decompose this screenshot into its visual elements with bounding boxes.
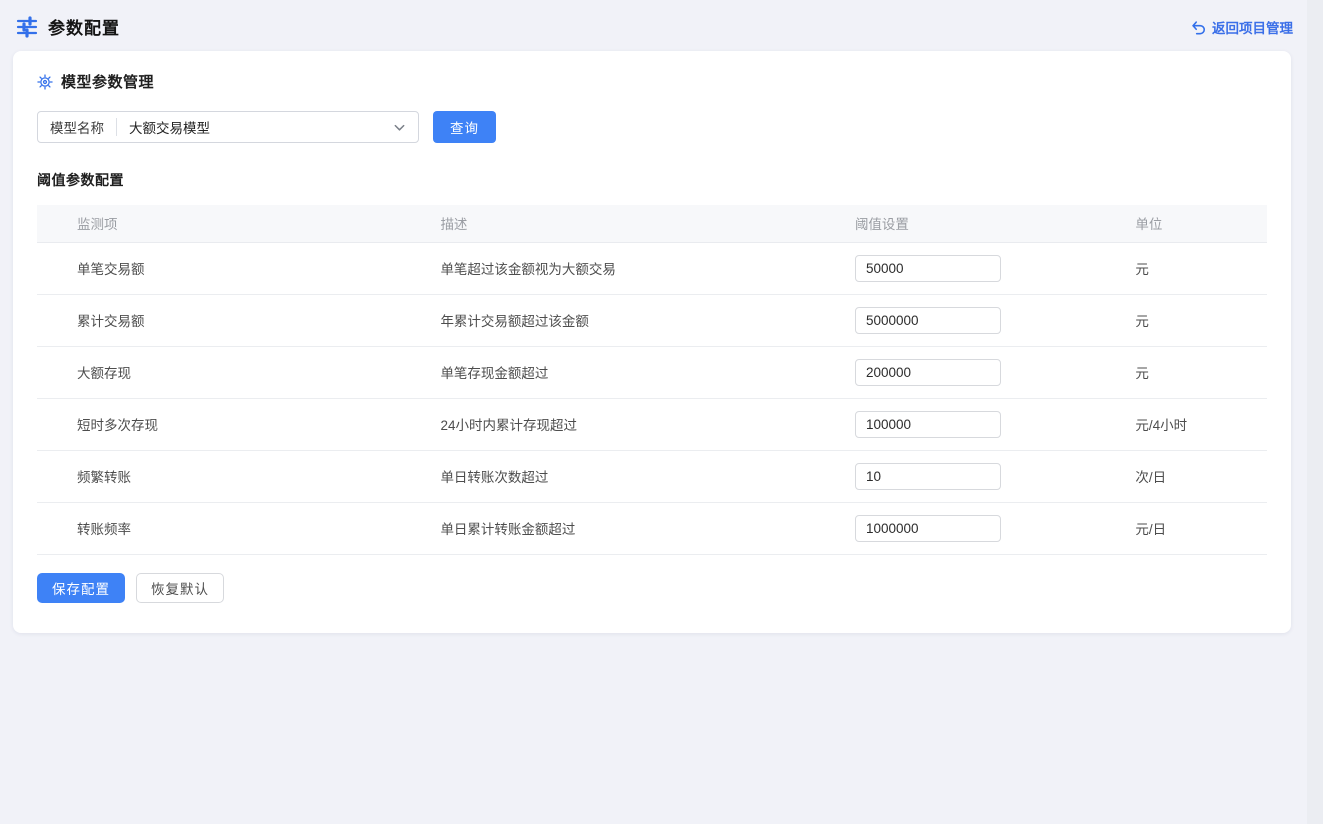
monitor-desc: 单笔存现金额超过 [424, 346, 839, 398]
threshold-cell [839, 450, 1119, 502]
model-name-label: 模型名称 [38, 117, 116, 137]
col-header-desc: 描述 [424, 205, 839, 242]
threshold-input[interactable] [855, 463, 1001, 490]
threshold-input[interactable] [855, 255, 1001, 282]
back-to-project-link[interactable]: 返回项目管理 [1190, 17, 1293, 37]
unit-cell: 元 [1119, 294, 1267, 346]
vertical-scrollbar-track[interactable] [1307, 0, 1323, 824]
threshold-cell [839, 398, 1119, 450]
threshold-input[interactable] [855, 411, 1001, 438]
table-row: 大额存现 单笔存现金额超过 元 [37, 346, 1267, 398]
monitor-item: 单笔交易额 [37, 242, 424, 294]
section-header: 模型参数管理 [37, 71, 1267, 92]
page-title: 参数配置 [48, 14, 120, 39]
threshold-table: 监测项 描述 阈值设置 单位 单笔交易额 单笔超过该金额视为大额交易 元 累计交… [37, 205, 1267, 555]
monitor-desc: 单日累计转账金额超过 [424, 502, 839, 554]
threshold-section-title: 阈值参数配置 [37, 170, 1267, 190]
top-bar: 参数配置 返回项目管理 [0, 0, 1323, 51]
monitor-desc: 单笔超过该金额视为大额交易 [424, 242, 839, 294]
gear-icon [37, 74, 53, 90]
table-row: 频繁转账 单日转账次数超过 次/日 [37, 450, 1267, 502]
chevron-down-icon [393, 121, 406, 134]
section-title: 模型参数管理 [61, 71, 154, 92]
threshold-cell [839, 502, 1119, 554]
threshold-cell [839, 346, 1119, 398]
threshold-input[interactable] [855, 307, 1001, 334]
model-name-value: 大额交易模型 [117, 117, 393, 137]
unit-cell: 元/日 [1119, 502, 1267, 554]
save-config-button[interactable]: 保存配置 [37, 573, 125, 603]
table-row: 短时多次存现 24小时内累计存现超过 元/4小时 [37, 398, 1267, 450]
threshold-input[interactable] [855, 359, 1001, 386]
table-row: 单笔交易额 单笔超过该金额视为大额交易 元 [37, 242, 1267, 294]
monitor-item: 频繁转账 [37, 450, 424, 502]
restore-default-button[interactable]: 恢复默认 [136, 573, 224, 603]
model-parameter-card: 模型参数管理 模型名称 大额交易模型 查询 阈值参数配置 监测项 描述 阈值设置… [13, 51, 1291, 633]
table-row: 转账频率 单日累计转账金额超过 元/日 [37, 502, 1267, 554]
monitor-item: 累计交易额 [37, 294, 424, 346]
undo-arrow-icon [1190, 19, 1206, 35]
sliders-icon [16, 16, 38, 38]
footer-actions: 保存配置 恢复默认 [37, 573, 1267, 603]
monitor-desc: 24小时内累计存现超过 [424, 398, 839, 450]
unit-cell: 元/4小时 [1119, 398, 1267, 450]
query-button[interactable]: 查询 [433, 111, 496, 143]
monitor-desc: 单日转账次数超过 [424, 450, 839, 502]
col-header-threshold: 阈值设置 [839, 205, 1119, 242]
monitor-item: 大额存现 [37, 346, 424, 398]
col-header-unit: 单位 [1119, 205, 1267, 242]
table-header-row: 监测项 描述 阈值设置 单位 [37, 205, 1267, 242]
unit-cell: 次/日 [1119, 450, 1267, 502]
monitor-item: 短时多次存现 [37, 398, 424, 450]
query-row: 模型名称 大额交易模型 查询 [37, 111, 1267, 143]
threshold-cell [839, 294, 1119, 346]
monitor-item: 转账频率 [37, 502, 424, 554]
unit-cell: 元 [1119, 242, 1267, 294]
model-name-select[interactable]: 模型名称 大额交易模型 [37, 111, 419, 143]
table-row: 累计交易额 年累计交易额超过该金额 元 [37, 294, 1267, 346]
threshold-input[interactable] [855, 515, 1001, 542]
threshold-cell [839, 242, 1119, 294]
unit-cell: 元 [1119, 346, 1267, 398]
back-link-label: 返回项目管理 [1212, 17, 1293, 37]
monitor-desc: 年累计交易额超过该金额 [424, 294, 839, 346]
col-header-item: 监测项 [37, 205, 424, 242]
